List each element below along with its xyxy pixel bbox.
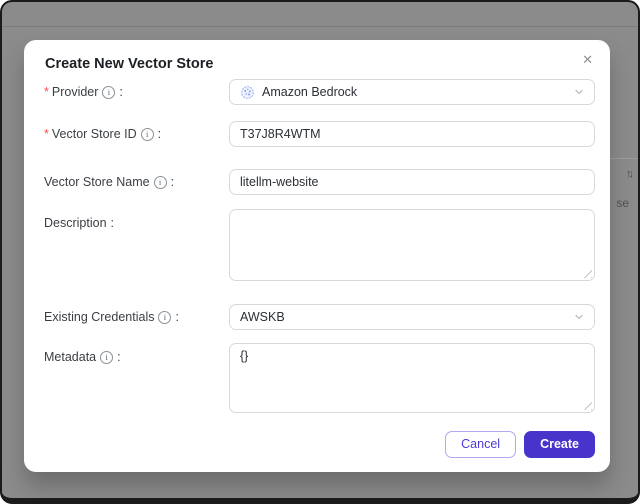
form-row-metadata: Metadata i : {} xyxy=(44,343,595,413)
existing-credentials-select-value: AWSKB xyxy=(240,310,285,324)
metadata-textarea[interactable]: {} xyxy=(229,343,595,413)
vector-store-name-input[interactable] xyxy=(229,169,595,195)
info-glyph: i xyxy=(105,352,108,363)
background-sort-icon: ↑↓ xyxy=(626,168,634,180)
required-mark: * xyxy=(44,84,49,99)
provider-label-text: Provider xyxy=(51,84,99,99)
app-window: ↑↓ se Create New Vector Store ✕ * Provid… xyxy=(0,0,640,504)
provider-select-value: Amazon Bedrock xyxy=(262,85,358,99)
form-row-vector-store-id: * Vector Store ID i : xyxy=(44,121,595,147)
label-colon: : xyxy=(119,84,123,99)
label-colon: : xyxy=(170,174,175,189)
metadata-label-text: Metadata xyxy=(44,350,97,364)
label-colon: : xyxy=(110,216,115,230)
form-row-provider: * Provider i : Amazon Bedrock xyxy=(44,79,595,105)
description-label-text: Description xyxy=(44,216,107,230)
form-row-existing-credentials: Existing Credentials i : AWSKB xyxy=(44,304,595,330)
info-glyph: i xyxy=(163,311,167,322)
info-icon[interactable]: i xyxy=(153,175,167,189)
existing-credentials-label: Existing Credentials i : xyxy=(44,310,229,325)
label-colon: : xyxy=(117,350,121,364)
vector-store-id-input[interactable] xyxy=(229,121,595,147)
modal-title: Create New Vector Store xyxy=(45,56,214,72)
vector-store-id-label-text: Vector Store ID xyxy=(51,126,137,141)
create-button[interactable]: Create xyxy=(524,431,595,458)
info-icon[interactable]: i xyxy=(100,351,114,364)
form-row-description: Description : xyxy=(44,209,595,281)
info-icon[interactable]: i xyxy=(102,85,116,99)
background-table-divider xyxy=(608,158,638,159)
description-textarea[interactable] xyxy=(229,209,595,281)
label-colon: : xyxy=(157,126,162,141)
info-glyph: i xyxy=(158,176,162,187)
info-glyph: i xyxy=(107,86,111,97)
info-icon[interactable]: i xyxy=(140,127,154,141)
create-vector-store-modal: Create New Vector Store ✕ * Provider i : xyxy=(24,40,610,472)
provider-select[interactable]: Amazon Bedrock xyxy=(229,79,595,105)
modal-footer: Cancel Create xyxy=(44,431,595,458)
chevron-down-icon xyxy=(574,87,584,97)
label-colon: : xyxy=(175,309,179,324)
metadata-label: Metadata i : xyxy=(44,343,229,365)
vector-store-name-label: Vector Store Name i : xyxy=(44,175,229,190)
close-icon[interactable]: ✕ xyxy=(582,53,593,67)
cancel-button[interactable]: Cancel xyxy=(445,431,517,458)
description-label: Description : xyxy=(44,209,229,231)
vector-store-id-label: * Vector Store ID i : xyxy=(44,127,229,142)
info-glyph: i xyxy=(145,128,149,139)
vector-store-name-label-text: Vector Store Name xyxy=(44,174,150,189)
amazon-bedrock-icon xyxy=(240,85,255,100)
existing-credentials-select[interactable]: AWSKB xyxy=(229,304,595,330)
existing-credentials-label-text: Existing Credentials xyxy=(44,309,155,324)
form-row-vector-store-name: Vector Store Name i : xyxy=(44,169,595,195)
required-mark: * xyxy=(44,126,49,141)
chevron-down-icon xyxy=(574,312,584,322)
info-icon[interactable]: i xyxy=(158,310,172,324)
background-header-divider xyxy=(2,26,638,27)
background-partial-text: se xyxy=(616,196,629,210)
provider-label: * Provider i : xyxy=(44,85,229,100)
